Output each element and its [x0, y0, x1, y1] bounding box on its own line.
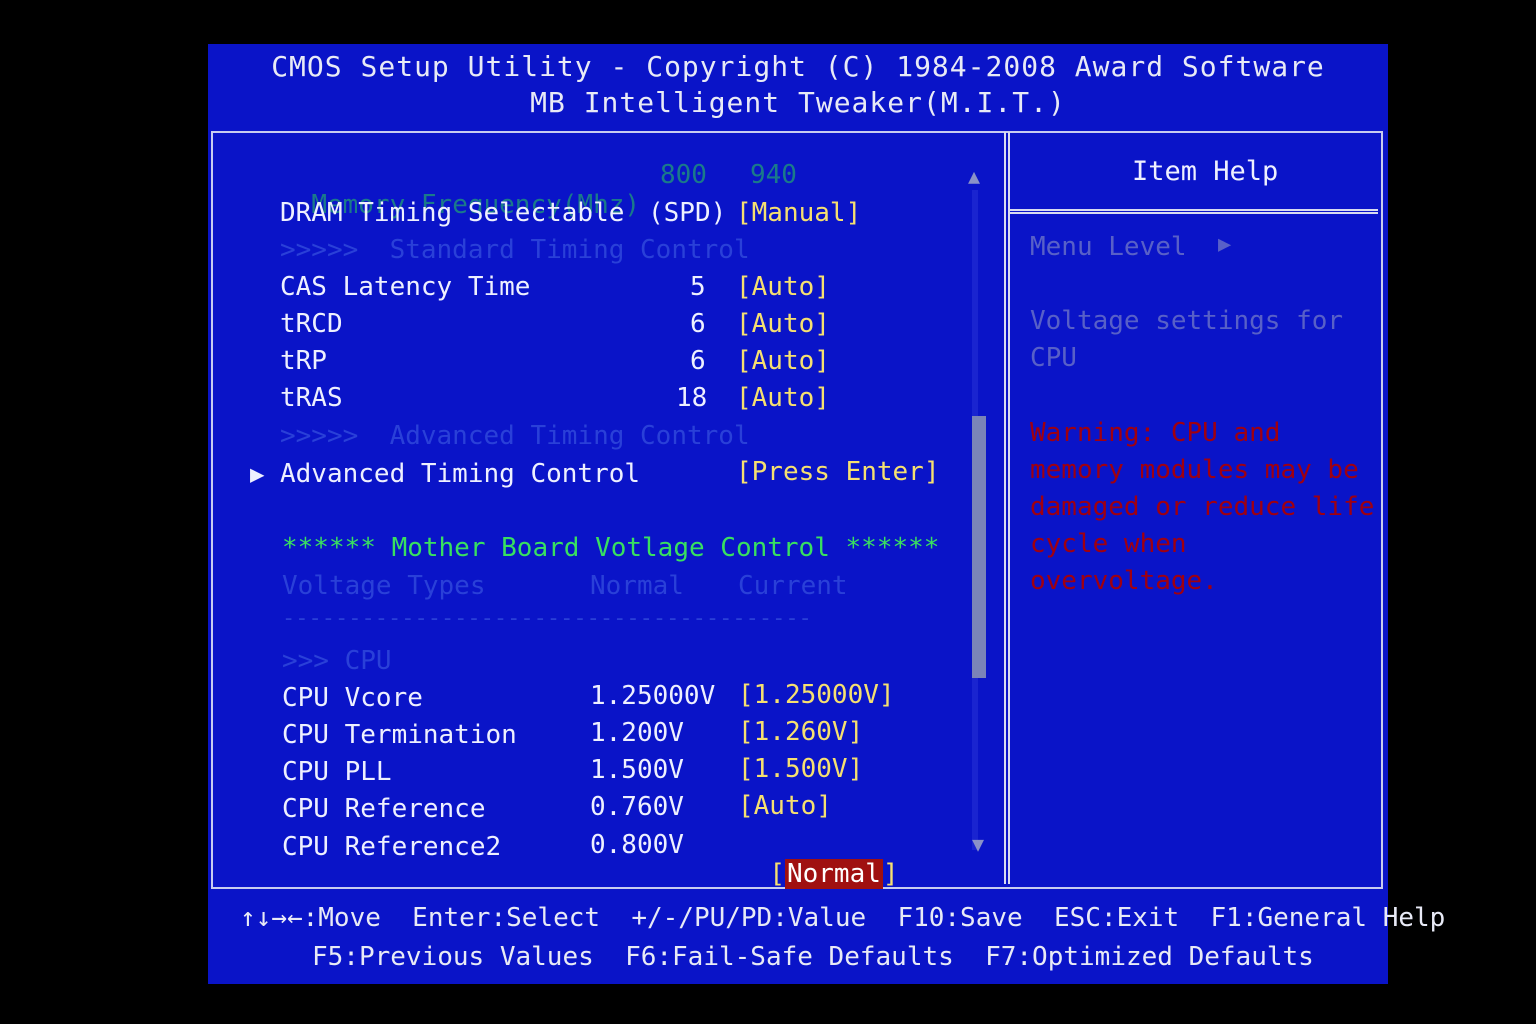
cpu-vcore-value[interactable]: [1.25000V] — [738, 680, 895, 710]
dram-timing-label: DRAM Timing Selectable — [280, 198, 625, 228]
voltage-types-col: Voltage Types — [282, 571, 486, 601]
footer-keys-line2: F5:Previous Values F6:Fail-Safe Defaults… — [312, 942, 1314, 972]
warning-line3: damaged or reduce life — [1030, 492, 1375, 522]
cpu-reference2-label: CPU Reference2 — [282, 832, 502, 862]
cpu-termination-value[interactable]: [1.260V] — [738, 717, 863, 747]
bracket-open: [ — [769, 859, 785, 889]
trp-value[interactable]: [Auto] — [736, 346, 830, 376]
help-separator — [1008, 209, 1378, 214]
trp-label: tRP — [280, 346, 327, 376]
cpu-vcore-label: CPU Vcore — [282, 683, 423, 713]
cpu-reference-value[interactable]: [Auto] — [738, 791, 832, 821]
cpu-pll-value[interactable]: [1.500V] — [738, 754, 863, 784]
bracket-close: ] — [882, 859, 899, 889]
tras-value[interactable]: [Auto] — [736, 383, 830, 413]
help-desc-line1: Voltage settings for — [1030, 306, 1344, 336]
scroll-down-icon[interactable]: ▼ — [972, 832, 984, 856]
item-help-title: Item Help — [1132, 156, 1279, 187]
trp-default: 6 — [690, 346, 706, 376]
standard-timing-header: >>>>> Standard Timing Control — [280, 235, 750, 265]
advanced-timing-label[interactable]: Advanced Timing Control — [280, 459, 640, 489]
advanced-timing-header: >>>>> Advanced Timing Control — [280, 421, 750, 451]
cpu-vcore-normal: 1.25000V — [590, 681, 716, 711]
dram-timing-value[interactable]: [Manual] — [736, 198, 861, 228]
cpu-termination-normal: 1.200V — [590, 718, 684, 748]
scrollbar-thumb[interactable] — [972, 416, 986, 678]
trcd-label: tRCD — [280, 309, 343, 339]
submenu-arrow-icon: ▶ — [250, 460, 265, 488]
cpu-pll-normal: 1.500V — [590, 755, 684, 785]
warning-line1: Warning: CPU and — [1030, 418, 1281, 448]
footer-keys-line1: ↑↓→←:Move Enter:Select +/-/PU/PD:Value F… — [240, 903, 1446, 933]
help-desc-line2: CPU — [1030, 343, 1077, 373]
trcd-default: 6 — [690, 309, 706, 339]
cas-latency-label: CAS Latency Time — [280, 272, 531, 302]
cpu-reference-normal: 0.760V — [590, 792, 684, 822]
cpu-header: >>> CPU — [282, 646, 392, 676]
tras-default: 18 — [676, 383, 708, 413]
warning-line4: cycle when — [1030, 529, 1187, 559]
cpu-reference2-normal: 0.800V — [590, 830, 684, 860]
cpu-pll-label: CPU PLL — [282, 757, 392, 787]
cpu-termination-label: CPU Termination — [282, 720, 517, 750]
voltage-current-col: Current — [738, 571, 848, 601]
tras-label: tRAS — [280, 383, 343, 413]
header-subtitle: MB Intelligent Tweaker(M.I.T.) — [530, 86, 1066, 119]
menu-level-label: Menu Level — [1030, 232, 1187, 262]
warning-line5: overvoltage. — [1030, 566, 1218, 596]
selected-value-highlight[interactable]: Normal — [784, 859, 883, 889]
cpu-reference2-value[interactable]: [Normal] — [738, 829, 899, 889]
menu-level-arrow-icon: ▶ — [1218, 232, 1232, 257]
cas-latency-default: 5 — [690, 272, 706, 302]
cpu-reference-label: CPU Reference — [282, 794, 486, 824]
cas-latency-value[interactable]: [Auto] — [736, 272, 830, 302]
memory-frequency-default: 800 — [660, 160, 707, 190]
scroll-up-icon[interactable]: ▲ — [968, 164, 980, 188]
header-title: CMOS Setup Utility - Copyright (C) 1984-… — [271, 50, 1325, 83]
trcd-value[interactable]: [Auto] — [736, 309, 830, 339]
voltage-section-title: ****** Mother Board Votlage Control ****… — [282, 533, 940, 563]
warning-line2: memory modules may be — [1030, 455, 1359, 485]
voltage-rule: ---------------------------------------- — [282, 606, 812, 631]
dram-timing-default: (SPD) — [648, 198, 727, 228]
panel-divider — [1004, 132, 1010, 884]
memory-frequency-current: 940 — [750, 160, 797, 190]
advanced-timing-value[interactable]: [Press Enter] — [736, 457, 940, 487]
voltage-normal-col: Normal — [590, 571, 684, 601]
